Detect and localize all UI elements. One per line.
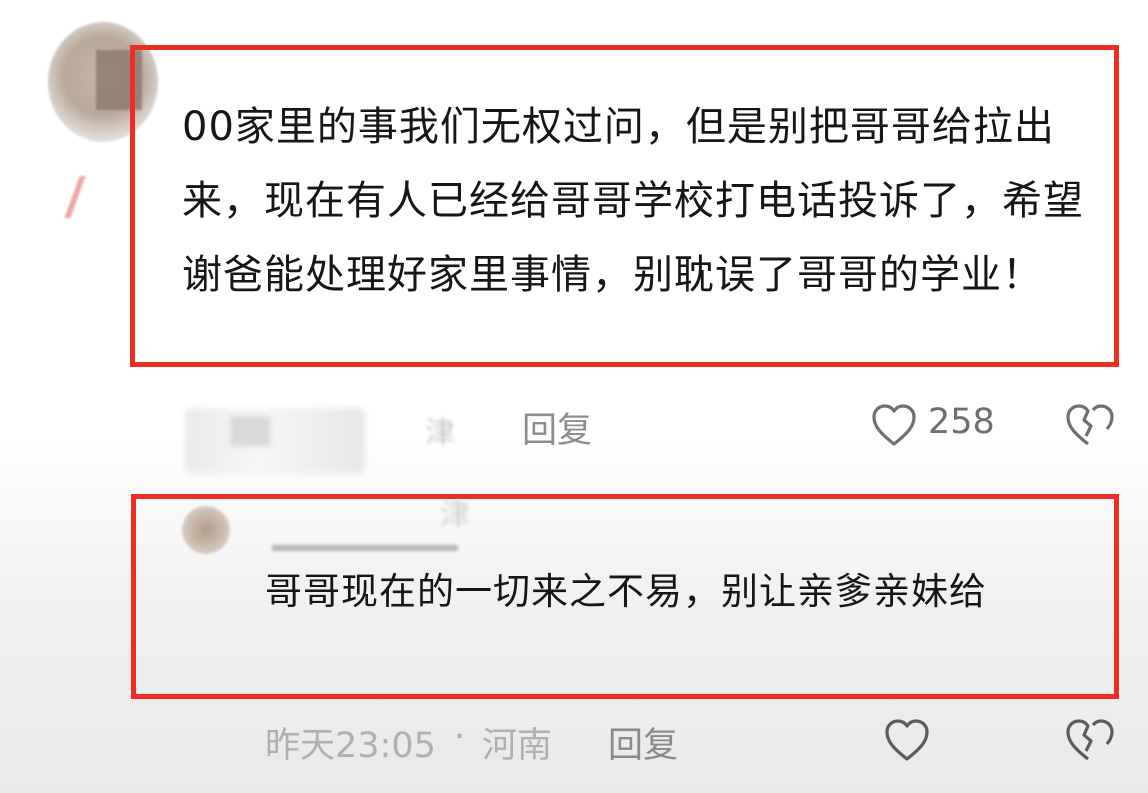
heart-outline-icon[interactable] bbox=[870, 402, 918, 448]
reply-button[interactable]: 回复 bbox=[608, 717, 678, 768]
comment-text: 00家里的事我们无权过问，但是别把哥哥给拉出来，现在有人已经给哥哥学校打电话投诉… bbox=[182, 104, 1084, 298]
reply-timestamp: 昨天23:05 bbox=[265, 726, 436, 766]
decorative-mark bbox=[64, 176, 86, 218]
meta-separator: · bbox=[454, 717, 466, 757]
broken-heart-icon[interactable] bbox=[1064, 402, 1116, 448]
reply-button[interactable]: 回复 bbox=[522, 402, 592, 453]
blurred-username bbox=[185, 408, 365, 474]
reply-location: 河南 bbox=[482, 726, 553, 766]
blurred-location: 津 bbox=[440, 498, 470, 533]
broken-heart-icon[interactable] bbox=[1064, 717, 1116, 763]
blurred-location: 津 bbox=[425, 416, 455, 451]
heart-outline-icon[interactable] bbox=[883, 717, 931, 763]
like-count: 258 bbox=[928, 402, 995, 442]
avatar[interactable] bbox=[182, 506, 230, 554]
blurred-username bbox=[272, 545, 458, 551]
reply-text: 哥哥现在的一切来之不易，别让亲爹亲妹给 bbox=[265, 570, 987, 613]
